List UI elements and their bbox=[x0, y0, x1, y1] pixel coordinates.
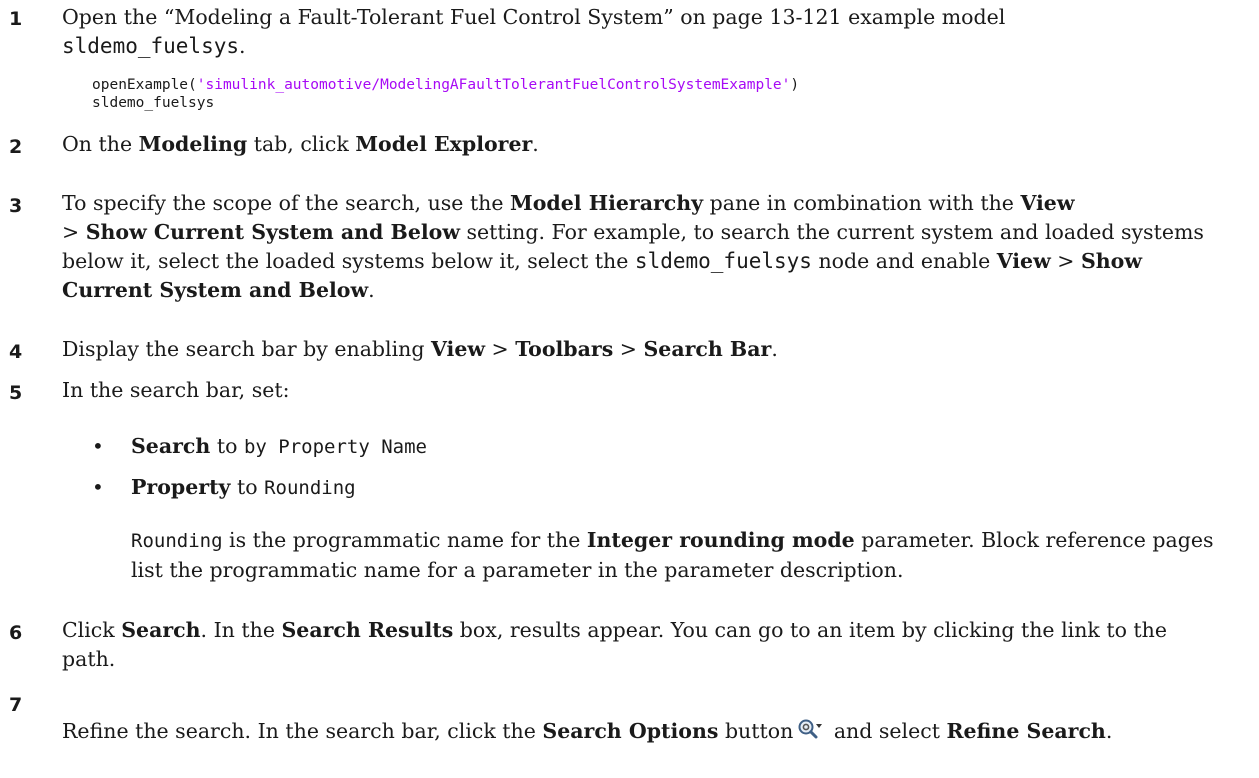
step-text: To specify the scope of the search, use … bbox=[62, 191, 1204, 302]
step-number: 5 bbox=[9, 382, 23, 404]
step-text: In the search bar, set: bbox=[62, 378, 290, 402]
bullet-marker: • bbox=[92, 434, 104, 458]
bullet-marker: • bbox=[92, 475, 104, 499]
rounding-note: Rounding is the programmatic name for th… bbox=[131, 528, 1214, 582]
code-string: 'simulink_automotive/ModelingAFaultToler… bbox=[196, 77, 791, 93]
search-options-icon bbox=[797, 716, 823, 740]
step-number: 3 bbox=[9, 195, 23, 217]
step-text: Open the “Modeling a Fault-Tolerant Fuel… bbox=[62, 5, 1006, 58]
step-number: 1 bbox=[9, 8, 23, 30]
step-text: On the Modeling tab, click Model Explore… bbox=[62, 132, 539, 156]
document-page: 1 Open the “Modeling a Fault-Tolerant Fu… bbox=[0, 0, 1259, 778]
code-block: openExample('simulink_automotive/Modelin… bbox=[92, 77, 800, 111]
step-number: 6 bbox=[9, 622, 23, 644]
model-name: sldemo_fuelsys bbox=[634, 249, 812, 273]
bullet-item-search: Search to by Property Name bbox=[131, 434, 427, 458]
step-number: 7 bbox=[9, 694, 23, 716]
bullet-item-property: Property to Rounding bbox=[131, 475, 356, 499]
step-number: 2 bbox=[9, 136, 23, 158]
model-name: sldemo_fuelsys bbox=[62, 34, 240, 58]
step-number: 4 bbox=[9, 341, 23, 363]
step-text: Refine the search. In the search bar, cl… bbox=[62, 716, 1225, 746]
step-text: Click Search. In the Search Results box,… bbox=[62, 618, 1168, 671]
step-text: Display the search bar by enabling View … bbox=[62, 337, 778, 361]
